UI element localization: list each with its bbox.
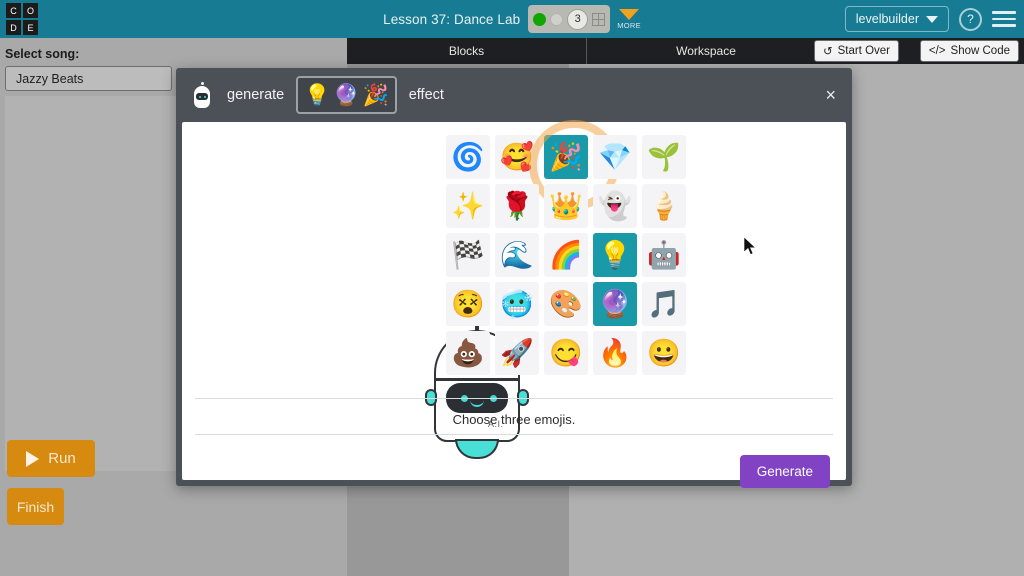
- divider-top: [195, 398, 833, 399]
- header-right-group: levelbuilder ?: [844, 0, 1016, 38]
- current-stage-number[interactable]: 3: [567, 8, 589, 30]
- selected-chip-1: 💡: [304, 83, 331, 107]
- emoji-cell-grinning-face[interactable]: 😀: [642, 331, 686, 375]
- show-code-button[interactable]: </> Show Code: [919, 40, 1019, 62]
- emoji-cell-musical-note[interactable]: 🎵: [642, 282, 686, 326]
- emoji-cell-pile-of-poo[interactable]: 💩: [446, 331, 490, 375]
- logo-letter-o: O: [23, 3, 38, 18]
- progress-dot-completed[interactable]: [533, 12, 547, 26]
- emoji-cell-cold-face[interactable]: 🥶: [495, 282, 539, 326]
- workspace-tabbar: Blocks Workspace ↺ Start Over </> Show C…: [347, 38, 1024, 64]
- emoji-grid: 🌀 🥰 🎉 💎 🌱 ✨ 🌹 👑 👻 🍦 🏁 🌊 🌈 💡 🤖 😵 🥶 🎨 🔮 🎵 💩 🚀 😋 🔥 😀: [446, 120, 686, 375]
- emoji-cell-water-wave[interactable]: 🌊: [495, 233, 539, 277]
- ai-bot-icon: [189, 82, 215, 108]
- run-button-label: Run: [48, 450, 76, 467]
- code-brackets-icon: </>: [928, 45, 946, 57]
- emoji-cell-sparkles[interactable]: ✨: [446, 184, 490, 228]
- start-over-button[interactable]: ↺ Start Over: [813, 40, 899, 62]
- grid-icon[interactable]: [592, 12, 606, 26]
- tab-blocks[interactable]: Blocks: [347, 38, 587, 64]
- progress-dot-empty[interactable]: [550, 12, 564, 26]
- app-header: C O D E Lesson 37: Dance Lab 3 MORE leve…: [0, 0, 1024, 38]
- show-code-label: Show Code: [950, 45, 1010, 57]
- undo-icon: ↺: [822, 46, 833, 58]
- emoji-cell-seedling[interactable]: 🌱: [642, 135, 686, 179]
- run-button[interactable]: Run: [7, 440, 95, 477]
- emoji-cell-light-bulb[interactable]: 💡: [593, 233, 637, 277]
- chevron-down-icon: [926, 15, 938, 23]
- hamburger-menu-icon[interactable]: [992, 11, 1016, 27]
- finish-button[interactable]: Finish: [7, 488, 64, 525]
- logo-letter-d: D: [6, 20, 21, 35]
- lesson-progress-bubbles[interactable]: 3: [528, 5, 611, 33]
- play-icon: [26, 450, 40, 467]
- prompt-text: Choose three emojis.: [452, 412, 576, 427]
- user-name-label: levelbuilder: [855, 12, 919, 26]
- logo-letter-e: E: [23, 20, 38, 35]
- emoji-cell-gem[interactable]: 💎: [593, 135, 637, 179]
- emoji-cell-artist-palette[interactable]: 🎨: [544, 282, 588, 326]
- select-song-label: Select song:: [5, 47, 80, 61]
- modal-body: A.I. 🌀 🥰 🎉 💎 🌱 ✨ 🌹 👑 👻 🍦 🏁 🌊 🌈 💡 🤖 😵 🥶 🎨 🔮 🎵 💩 🚀 😋 🔥 😀 Choose th…: [182, 120, 846, 488]
- help-icon[interactable]: ?: [959, 7, 982, 31]
- robot-base: [455, 439, 499, 459]
- emoji-cell-soft-ice-cream[interactable]: 🍦: [642, 184, 686, 228]
- start-over-label: Start Over: [837, 45, 890, 57]
- code-org-logo[interactable]: C O D E: [0, 0, 44, 38]
- emoji-cell-crystal-ball[interactable]: 🔮: [593, 282, 637, 326]
- selected-emoji-chips[interactable]: 💡 🔮 🎉: [296, 76, 397, 114]
- close-icon[interactable]: ×: [825, 86, 836, 104]
- dance-lab-app: C O D E Lesson 37: Dance Lab 3 MORE leve…: [0, 0, 1024, 576]
- emoji-cell-face-spiral-eyes[interactable]: 😵: [446, 282, 490, 326]
- tab-workspace[interactable]: Workspace: [587, 38, 825, 64]
- divider-bottom: [195, 434, 833, 435]
- emoji-cell-robot[interactable]: 🤖: [642, 233, 686, 277]
- selected-chip-2: 🔮: [333, 83, 360, 107]
- more-label: MORE: [617, 20, 641, 30]
- selected-chip-3: 🎉: [362, 83, 389, 107]
- emoji-cell-rocket[interactable]: 🚀: [495, 331, 539, 375]
- song-select-dropdown[interactable]: Jazzy Beats: [5, 66, 172, 91]
- emoji-cell-fire[interactable]: 🔥: [593, 331, 637, 375]
- page-title: Lesson 37: Dance Lab: [383, 11, 521, 27]
- emoji-cell-chequered-flag[interactable]: 🏁: [446, 233, 490, 277]
- emoji-cell-face-savoring-food[interactable]: 😋: [544, 331, 588, 375]
- modal-header: generate 💡 🔮 🎉 effect ×: [176, 68, 852, 122]
- more-dropdown[interactable]: MORE: [617, 8, 641, 30]
- emoji-cell-cyclone[interactable]: 🌀: [446, 135, 490, 179]
- emoji-cell-party-popper[interactable]: 🎉: [529, 120, 619, 210]
- emoji-cell-crown[interactable]: 👑: [544, 184, 588, 228]
- emoji-cell-rainbow[interactable]: 🌈: [544, 233, 588, 277]
- user-menu-button[interactable]: levelbuilder: [844, 6, 949, 32]
- generate-button[interactable]: Generate: [739, 455, 830, 488]
- modal-main-area: A.I. 🌀 🥰 🎉 💎 🌱 ✨ 🌹 👑 👻 🍦 🏁 🌊 🌈 💡 🤖 😵 🥶 🎨 🔮 🎵 💩 🚀 😋 🔥 😀: [182, 120, 846, 459]
- effect-word-label: effect: [408, 87, 444, 103]
- chevron-down-icon: [619, 8, 640, 20]
- logo-letter-c: C: [6, 3, 21, 18]
- mouse-cursor: [744, 237, 757, 255]
- emoji-cell-ghost[interactable]: 👻: [593, 184, 637, 228]
- generate-word-label: generate: [227, 87, 285, 103]
- emoji-cell-rose[interactable]: 🌹: [495, 184, 539, 228]
- ai-emoji-picker-modal: generate 💡 🔮 🎉 effect × A.I. 🌀 🥰 🎉 💎 🌱 ✨…: [176, 68, 852, 488]
